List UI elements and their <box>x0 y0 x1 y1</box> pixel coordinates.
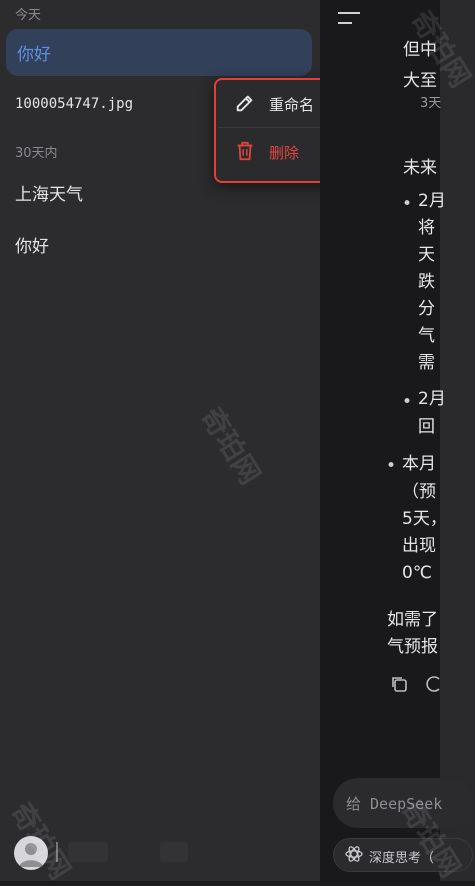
peek-line: 出现 <box>402 536 436 556</box>
pencil-icon <box>236 95 253 112</box>
peek-line: 5天， <box>402 509 447 529</box>
copy-icon[interactable] <box>390 675 408 693</box>
bullet-dot: • <box>402 392 413 412</box>
avatar[interactable] <box>14 836 48 870</box>
peek-line: 本月 <box>402 454 436 474</box>
peek-line: 将 <box>418 218 435 238</box>
peek-line: 0℃ <box>402 563 432 583</box>
peek-line: 跌 <box>418 272 435 292</box>
peek-line: 气 <box>418 326 435 346</box>
peek-line: 未来 <box>403 158 437 178</box>
regenerate-icon[interactable] <box>426 675 440 693</box>
peek-line: 分 <box>418 299 435 319</box>
deep-think-label: 深度思考（ <box>369 851 435 866</box>
peek-line: 3天 <box>420 96 442 111</box>
menu-icon[interactable] <box>338 10 360 26</box>
input-placeholder: 给 DeepSeek <box>346 795 443 813</box>
peek-line: （预 <box>402 482 436 502</box>
atom-icon <box>345 846 363 862</box>
peek-line: 如需了 <box>387 610 438 630</box>
peek-line: 需 <box>418 353 435 373</box>
delete-label: 删除 <box>269 143 300 162</box>
peek-line: 但中 <box>403 40 437 60</box>
chat-item-label: 你好 <box>17 45 51 65</box>
section-label-30-days: 30天内 <box>15 146 58 161</box>
peek-line: 2月 <box>418 191 446 211</box>
peek-line: 2月 <box>418 389 446 409</box>
scrollbar-track[interactable] <box>440 0 475 881</box>
user-icon <box>19 843 43 867</box>
chat-item-active[interactable]: 你好 <box>6 29 312 76</box>
bullet-dot: • <box>386 456 397 476</box>
settings-placeholder <box>160 842 188 862</box>
chat-item-hello[interactable]: 你好 <box>15 232 49 257</box>
trash-icon <box>237 141 253 161</box>
text-cursor <box>56 842 58 862</box>
peek-line: 天 <box>418 245 435 265</box>
bullet-dot: • <box>402 194 413 214</box>
section-label-today: 今天 <box>15 8 42 23</box>
peek-line: 回 <box>418 417 435 437</box>
username-placeholder <box>68 842 108 862</box>
chat-item-image-file[interactable]: 1000054747.jpg <box>15 96 133 112</box>
peek-line: 气预报 <box>387 637 438 657</box>
rename-label: 重命名 <box>269 95 315 114</box>
chat-item-shanghai-weather[interactable]: 上海天气 <box>15 180 83 205</box>
chat-panel-peek <box>320 0 440 881</box>
peek-line: 大至 <box>403 71 437 91</box>
